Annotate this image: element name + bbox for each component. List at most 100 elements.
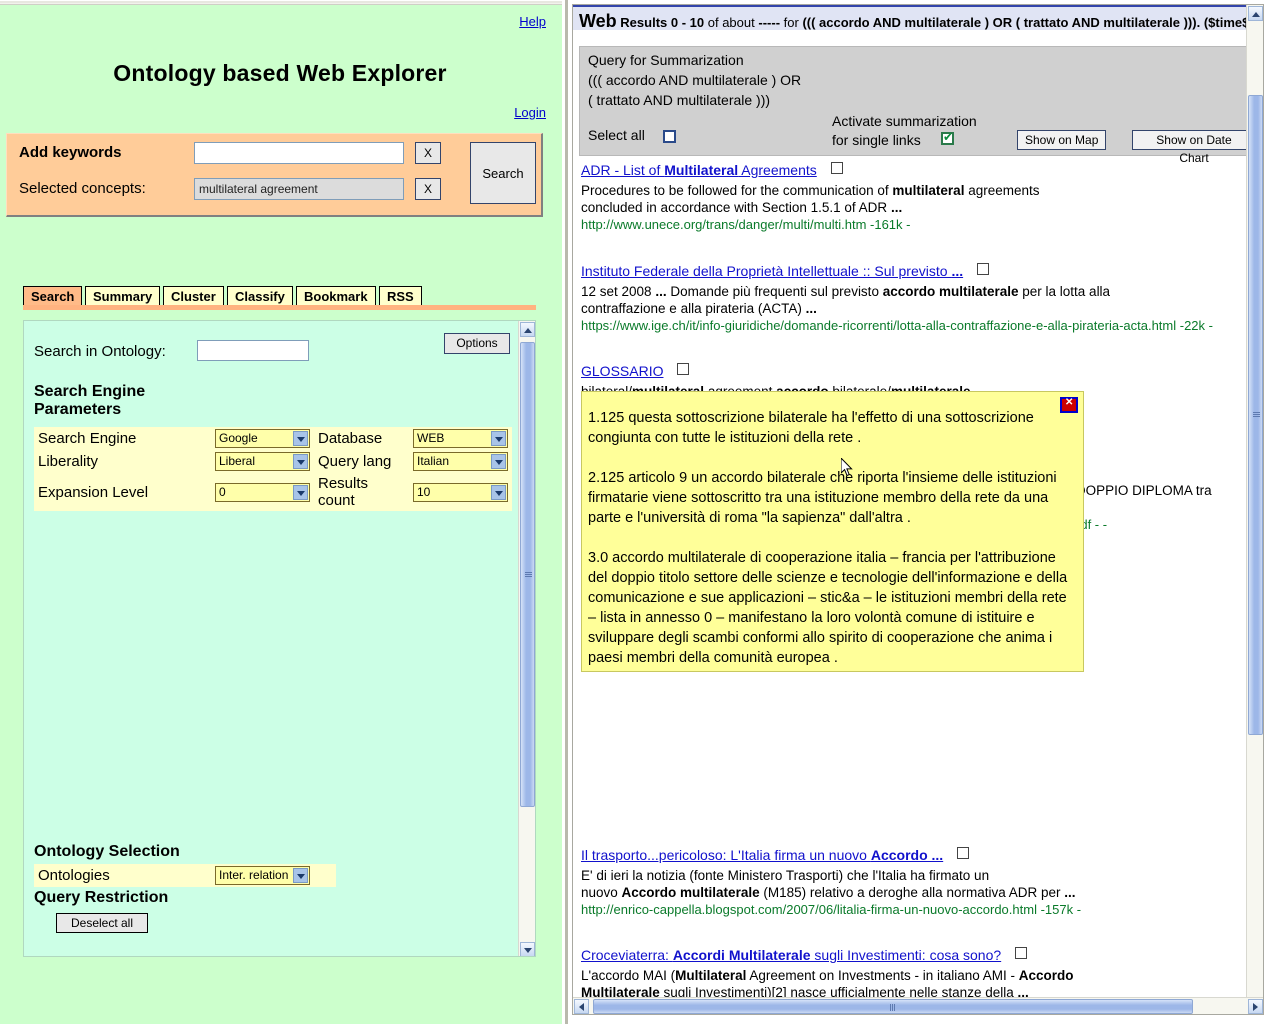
result-item: ADR - List of Multilateral Agreements Pro… bbox=[581, 162, 1253, 233]
tab-label: Summary bbox=[93, 289, 153, 304]
summarization-popup: 1.125 questa sottoscrizione bilaterale h… bbox=[581, 391, 1084, 672]
results-count-select-cell: 10 bbox=[409, 473, 512, 511]
tab-label: Search bbox=[31, 289, 75, 304]
query-restriction-heading: Query Restriction bbox=[34, 889, 169, 906]
login-link[interactable]: Login bbox=[514, 105, 546, 120]
result-url[interactable]: http://enrico-cappella.blogspot.com/2007… bbox=[581, 902, 1253, 918]
result-title-row: ADR - List of Multilateral Agreements bbox=[581, 162, 1253, 180]
query-lang-select-cell: Italian bbox=[409, 450, 512, 473]
table-row: Search Engine Google Database WEB bbox=[34, 427, 512, 450]
chevron-down-icon bbox=[293, 484, 308, 500]
tab-underline bbox=[23, 305, 536, 310]
table-row: Ontologies Inter. relation bbox=[34, 864, 336, 887]
show-on-map-button[interactable]: Show on Map bbox=[1017, 130, 1107, 150]
search-button[interactable]: Search bbox=[470, 142, 536, 204]
result-checkbox[interactable] bbox=[677, 363, 690, 375]
chevron-down-icon bbox=[491, 431, 506, 446]
ontology-panel-scrollbar[interactable] bbox=[518, 321, 535, 956]
scroll-up-arrow-icon[interactable] bbox=[520, 322, 535, 337]
summarization-popup-text: 1.125 questa sottoscrizione bilaterale h… bbox=[588, 410, 1068, 666]
keywords-input[interactable] bbox=[194, 142, 404, 164]
database-select[interactable]: WEB bbox=[413, 429, 508, 448]
result-item: Il trasporto...pericoloso: L'Italia firm… bbox=[581, 847, 1253, 918]
concepts-label: Selected concepts: bbox=[19, 180, 146, 197]
scrollbar-thumb[interactable] bbox=[593, 999, 1193, 1014]
ontology-panel: Search in Ontology: Options Search Engin… bbox=[23, 320, 536, 957]
tab-label: Classify bbox=[235, 289, 285, 304]
liberality-select[interactable]: Liberal bbox=[215, 452, 310, 471]
result-snippet: L'accordo MAI (Multilateral Agreement on… bbox=[581, 968, 1074, 1000]
result-checkbox[interactable] bbox=[830, 162, 843, 174]
result-snippet: 12 set 2008 ... Domande più frequenti su… bbox=[581, 284, 1111, 316]
results-horizontal-scrollbar[interactable] bbox=[573, 997, 1263, 1014]
results-panel: Web Results 0 - 10 of about ----- for ((… bbox=[565, 0, 1280, 1024]
search-engine-label: Search Engine bbox=[34, 427, 211, 450]
ontologies-select[interactable]: Inter. relation bbox=[215, 866, 310, 885]
query-lang-select[interactable]: Italian bbox=[413, 452, 508, 471]
scrollbar-thumb[interactable] bbox=[1248, 95, 1263, 735]
query-line-1: ((( accordo AND multilaterale ) OR bbox=[588, 72, 802, 88]
result-title-link[interactable]: GLOSSARIO bbox=[581, 363, 663, 379]
selected-concepts-input[interactable] bbox=[194, 178, 404, 200]
results-vertical-scrollbar[interactable] bbox=[1246, 5, 1263, 1014]
clear-concepts-button[interactable]: X bbox=[415, 178, 441, 200]
result-title-row: Il trasporto...pericoloso: L'Italia firm… bbox=[581, 847, 1253, 865]
result-title-link[interactable]: ADR - List of Multilateral Agreements bbox=[581, 162, 817, 178]
chevron-down-icon bbox=[293, 454, 308, 469]
result-title-link[interactable]: Il trasporto...pericoloso: L'Italia firm… bbox=[581, 847, 943, 863]
expansion-level-select[interactable]: 0 bbox=[215, 482, 310, 502]
results-count-select[interactable]: 10 bbox=[413, 482, 508, 502]
result-item: Instituto Federale della Proprietà Intel… bbox=[581, 263, 1253, 334]
ontologies-select-cell: Inter. relation bbox=[211, 864, 336, 887]
result-snippet: E' di ieri la notizia (fonte Ministero T… bbox=[581, 868, 1076, 900]
ontology-search-input[interactable] bbox=[197, 340, 309, 361]
database-label: Database bbox=[314, 427, 409, 450]
scroll-left-arrow-icon[interactable] bbox=[574, 999, 589, 1014]
scroll-up-arrow-icon[interactable] bbox=[1248, 6, 1263, 21]
expansion-level-label: Expansion Level bbox=[34, 473, 211, 511]
result-title-row: GLOSSARIO bbox=[581, 363, 1253, 381]
web-label: Web bbox=[579, 11, 617, 30]
results-range: Results 0 - 10 bbox=[620, 15, 705, 30]
result-url[interactable]: http://www.unece.org/trans/danger/multi/… bbox=[581, 217, 1253, 233]
liberality-select-cell: Liberal bbox=[211, 450, 314, 473]
expansion-level-select-cell: 0 bbox=[211, 473, 314, 511]
ontology-tree: JRCINTERNATIONAL RELATIONScooperation po… bbox=[52, 953, 512, 956]
for-label: for bbox=[783, 15, 799, 30]
select-all-checkbox[interactable] bbox=[663, 130, 676, 143]
show-on-date-chart-button[interactable]: Show on Date Chart bbox=[1132, 130, 1256, 165]
liberality-label: Liberality bbox=[34, 450, 211, 473]
header-query: ((( accordo AND multilaterale ) OR ( tra… bbox=[802, 15, 1201, 30]
chevron-down-icon bbox=[293, 868, 308, 883]
tab-label: RSS bbox=[387, 289, 414, 304]
result-checkbox[interactable] bbox=[957, 847, 970, 859]
result-checkbox[interactable] bbox=[977, 263, 990, 275]
expansion-level-value: 0 bbox=[219, 484, 226, 499]
ontologies-label: Ontologies bbox=[34, 864, 211, 887]
result-title-link[interactable]: Instituto Federale della Proprietà Intel… bbox=[581, 263, 963, 279]
tree-node[interactable]: JRC bbox=[52, 953, 512, 956]
options-button[interactable]: Options bbox=[444, 333, 510, 354]
query-summarization-box: Query for Summarization ((( accordo AND … bbox=[579, 46, 1257, 165]
search-engine-select[interactable]: Google bbox=[215, 429, 310, 448]
deselect-all-button[interactable]: Deselect all bbox=[56, 913, 148, 933]
search-bar: Add keywords X Selected concepts: X Sear… bbox=[6, 133, 543, 217]
activate-summarization-label: Activate summarization for single links bbox=[832, 113, 977, 148]
scrollbar-thumb[interactable] bbox=[520, 342, 535, 807]
results-frame: Web Results 0 - 10 of about ----- for ((… bbox=[572, 4, 1264, 1015]
result-title-link[interactable]: Croceviaterra: Accordi Multilaterale sug… bbox=[581, 947, 1001, 963]
search-engine-value: Google bbox=[219, 431, 258, 445]
ontology-search-label: Search in Ontology: bbox=[34, 343, 166, 360]
scroll-down-arrow-icon[interactable] bbox=[520, 942, 535, 956]
table-row: Expansion Level 0 Results count 10 bbox=[34, 473, 512, 511]
select-all-label: Select all bbox=[588, 127, 645, 143]
ontology-selection-heading: Ontology Selection bbox=[34, 843, 180, 860]
left-panel: Help Ontology based Web Explorer Login A… bbox=[0, 0, 562, 1024]
search-engine-parameters-table: Search Engine Google Database WEB Libera… bbox=[34, 427, 512, 511]
result-checkbox[interactable] bbox=[1015, 947, 1028, 959]
help-link[interactable]: Help bbox=[519, 14, 546, 29]
activate-summarization-checkbox[interactable] bbox=[941, 130, 954, 145]
result-url[interactable]: https://www.ige.ch/it/info-giuridiche/do… bbox=[581, 318, 1253, 334]
clear-keywords-button[interactable]: X bbox=[415, 142, 441, 164]
scroll-right-arrow-icon[interactable] bbox=[1248, 999, 1263, 1014]
